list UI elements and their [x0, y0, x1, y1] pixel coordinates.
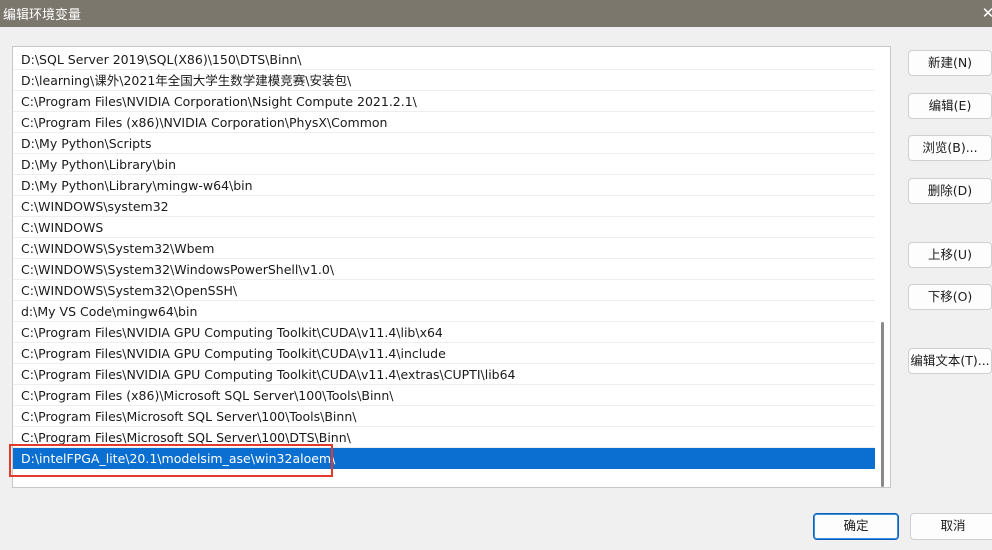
- vertical-scrollbar[interactable]: [876, 46, 890, 488]
- list-item[interactable]: C:\Program Files\NVIDIA GPU Computing To…: [13, 343, 875, 364]
- ok-button[interactable]: 确定: [813, 513, 899, 540]
- close-icon[interactable]: ✕: [980, 0, 992, 27]
- title-bar: 编辑环境变量 ✕: [0, 0, 992, 27]
- list-item[interactable]: C:\WINDOWS\System32\OpenSSH\: [13, 280, 875, 301]
- list-item[interactable]: C:\Program Files (x86)\Microsoft SQL Ser…: [13, 385, 875, 406]
- list-item[interactable]: C:\WINDOWS\system32: [13, 196, 875, 217]
- list-item[interactable]: C:\WINDOWS\System32\Wbem: [13, 238, 875, 259]
- list-item[interactable]: C:\Program Files\NVIDIA GPU Computing To…: [13, 322, 875, 343]
- list-item[interactable]: C:\Program Files\NVIDIA GPU Computing To…: [13, 364, 875, 385]
- list-item[interactable]: D:\My Python\Scripts: [13, 133, 875, 154]
- list-item[interactable]: D:\SQL Server 2019\SQL(X86)\150\DTS\Binn…: [13, 49, 875, 70]
- list-item[interactable]: D:\learning\课外\2021年全国大学生数学建模竞赛\安装包\: [13, 70, 875, 91]
- list-item[interactable]: C:\Program Files\Microsoft SQL Server\10…: [13, 406, 875, 427]
- window-title: 编辑环境变量: [3, 8, 82, 23]
- move-up-button[interactable]: 上移(U): [908, 242, 992, 268]
- list-item[interactable]: D:\My Python\Library\bin: [13, 154, 875, 175]
- list-item[interactable]: D:\intelFPGA_lite\20.1\modelsim_ase\win3…: [13, 448, 875, 469]
- delete-button[interactable]: 删除(D): [908, 178, 992, 204]
- list-item[interactable]: D:\My Python\Library\mingw-w64\bin: [13, 175, 875, 196]
- edit-button[interactable]: 编辑(E): [908, 93, 992, 119]
- list-item[interactable]: C:\WINDOWS: [13, 217, 875, 238]
- scrollbar-thumb[interactable]: [881, 322, 884, 487]
- list-item[interactable]: C:\Program Files (x86)\NVIDIA Corporatio…: [13, 112, 875, 133]
- list-item[interactable]: d:\My VS Code\mingw64\bin: [13, 301, 875, 322]
- new-button[interactable]: 新建(N): [908, 50, 992, 76]
- list-item[interactable]: C:\Program Files\NVIDIA Corporation\Nsig…: [13, 91, 875, 112]
- browse-button[interactable]: 浏览(B)...: [908, 135, 992, 161]
- move-down-button[interactable]: 下移(O): [908, 284, 992, 310]
- edit-text-button[interactable]: 编辑文本(T)...: [908, 348, 992, 374]
- list-item[interactable]: C:\WINDOWS\System32\WindowsPowerShell\v1…: [13, 259, 875, 280]
- list-item[interactable]: C:\Program Files\Microsoft SQL Server\10…: [13, 427, 875, 448]
- cancel-button[interactable]: 取消: [910, 513, 992, 540]
- path-list[interactable]: D:\SQL Server 2019\SQL(X86)\150\DTS\Binn…: [12, 46, 891, 488]
